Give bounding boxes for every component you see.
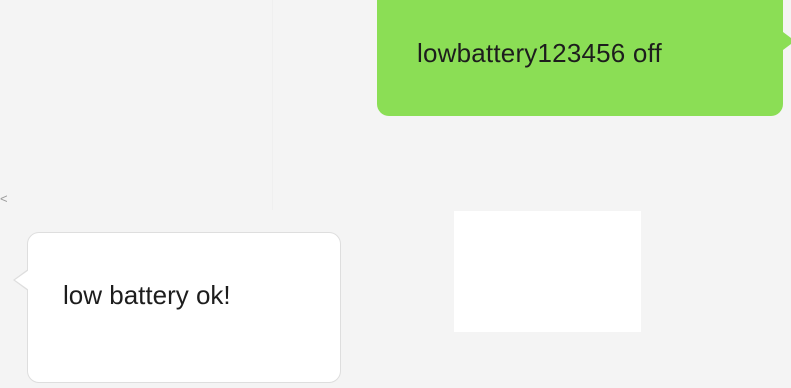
sent-message-bubble[interactable]: lowbattery123456 off: [377, 0, 791, 116]
bubble-tail: [15, 270, 29, 290]
chevron-left-icon: <: [0, 191, 8, 206]
blank-image-placeholder: [454, 211, 641, 332]
divider: [272, 0, 273, 210]
chat-conversation: lowbattery123456 off < low battery ok!: [0, 0, 791, 388]
sent-message-text: lowbattery123456 off: [417, 38, 662, 68]
received-message-bubble[interactable]: low battery ok!: [13, 232, 341, 383]
received-message-text: low battery ok!: [63, 280, 231, 310]
bubble-tail: [783, 32, 791, 50]
